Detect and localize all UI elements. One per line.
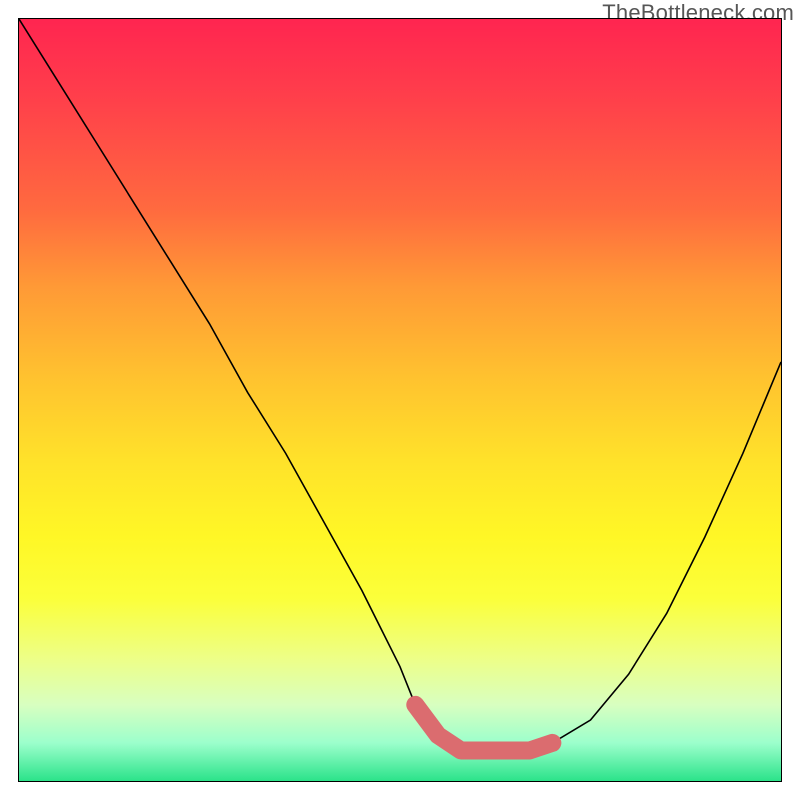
plot-area [18,18,782,782]
chart-svg [19,19,781,781]
bottom-highlight [415,705,552,751]
bottleneck-curve [19,19,781,750]
chart-container: TheBottleneck.com [0,0,800,800]
